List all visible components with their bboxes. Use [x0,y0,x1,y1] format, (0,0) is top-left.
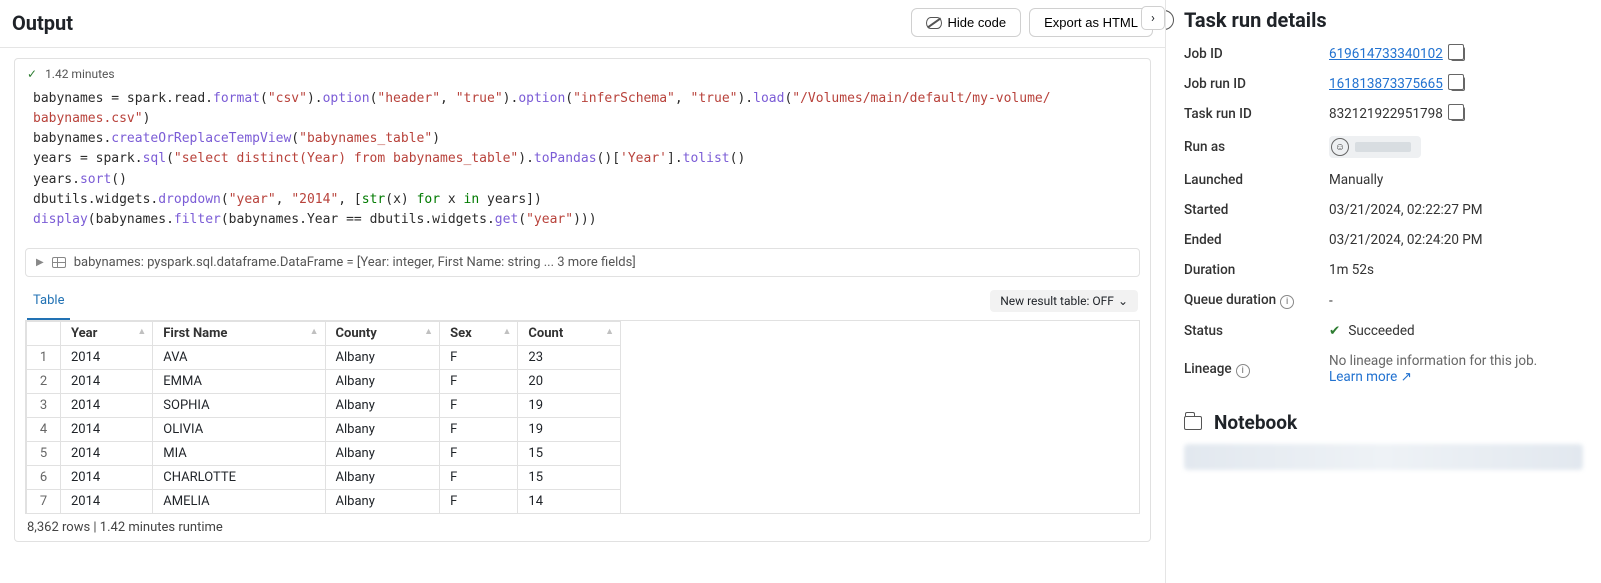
queue-value: - [1329,293,1583,309]
caret-right-icon: ▶ [36,257,44,268]
sort-icon: ▲ [605,326,614,337]
info-icon: i [1166,10,1174,30]
table-row[interactable]: 32014SOPHIAAlbanyF19 [27,393,621,417]
col-rownum[interactable] [27,321,61,345]
sort-icon: ▲ [424,326,433,337]
copy-icon[interactable] [1451,77,1465,91]
notebook-heading: Notebook [1214,411,1297,434]
success-check-icon: ✓ [27,67,37,81]
success-icon: ✔ [1329,323,1340,339]
cell-duration: 1.42 minutes [45,67,115,81]
export-html-button[interactable]: Export as HTML [1029,8,1153,37]
side-panel: i Task run details Job ID 61961473334010… [1166,0,1601,583]
sort-icon: ▲ [137,326,146,337]
result-table-toggle[interactable]: New result table: OFF ⌄ [990,290,1138,312]
table-row[interactable]: 72014AMELIAAlbanyF14 [27,489,621,513]
sort-icon: ▲ [503,326,512,337]
lineage-text: No lineage information for this job. [1329,353,1583,369]
table-footer: 8,362 rows | 1.42 minutes runtime [15,514,1150,541]
info-icon[interactable]: i [1280,295,1294,309]
table-icon [52,257,66,268]
col-year[interactable]: Year▲ [61,321,153,345]
eye-off-icon [926,17,942,29]
table-row[interactable]: 52014MIAAlbanyF15 [27,441,621,465]
table-row[interactable]: 22014EMMAAlbanyF20 [27,369,621,393]
col-firstname[interactable]: First Name▲ [153,321,325,345]
job-run-id-link[interactable]: 161813873375665 [1329,76,1443,92]
output-cell: ✓ 1.42 minutes babynames = spark.read.fo… [14,58,1151,542]
table-row[interactable]: 62014CHARLOTTEAlbanyF15 [27,465,621,489]
chevron-down-icon: ⌄ [1118,294,1128,308]
hide-code-button[interactable]: Hide code [911,8,1022,37]
user-icon: ☺ [1331,138,1349,156]
copy-icon[interactable] [1451,107,1465,121]
folder-icon [1184,416,1202,430]
side-title: Task run details [1184,8,1327,32]
page-title: Output [12,11,903,35]
notebook-path [1184,444,1583,470]
learn-more-link[interactable]: Learn more ↗ [1329,369,1412,385]
table-row[interactable]: 12014AVAAlbanyF23 [27,345,621,369]
results-table: Year▲ First Name▲ County▲ Sex▲ Count▲ 12… [26,321,621,513]
collapse-panel-button[interactable]: › [1141,6,1165,30]
task-run-id: 832121922951798 [1329,106,1443,122]
col-count[interactable]: Count▲ [518,321,621,345]
tab-table[interactable]: Table [27,283,70,320]
sort-icon: ▲ [310,326,319,337]
col-sex[interactable]: Sex▲ [440,321,518,345]
copy-icon[interactable] [1451,47,1465,61]
code-block: babynames = spark.read.format("csv").opt… [15,89,1150,242]
job-id-link[interactable]: 619614733340102 [1329,46,1443,62]
table-row[interactable]: 42014OLIVIAAlbanyF19 [27,417,621,441]
launched-value: Manually [1329,172,1583,188]
ended-value: 03/21/2024, 02:24:20 PM [1329,232,1583,248]
info-icon[interactable]: i [1236,364,1250,378]
started-value: 03/21/2024, 02:22:27 PM [1329,202,1583,218]
schema-row[interactable]: ▶ babynames: pyspark.sql.dataframe.DataF… [25,248,1140,277]
run-as-user[interactable]: ☺ [1329,136,1421,158]
col-county[interactable]: County▲ [325,321,440,345]
duration-value: 1m 52s [1329,262,1583,278]
